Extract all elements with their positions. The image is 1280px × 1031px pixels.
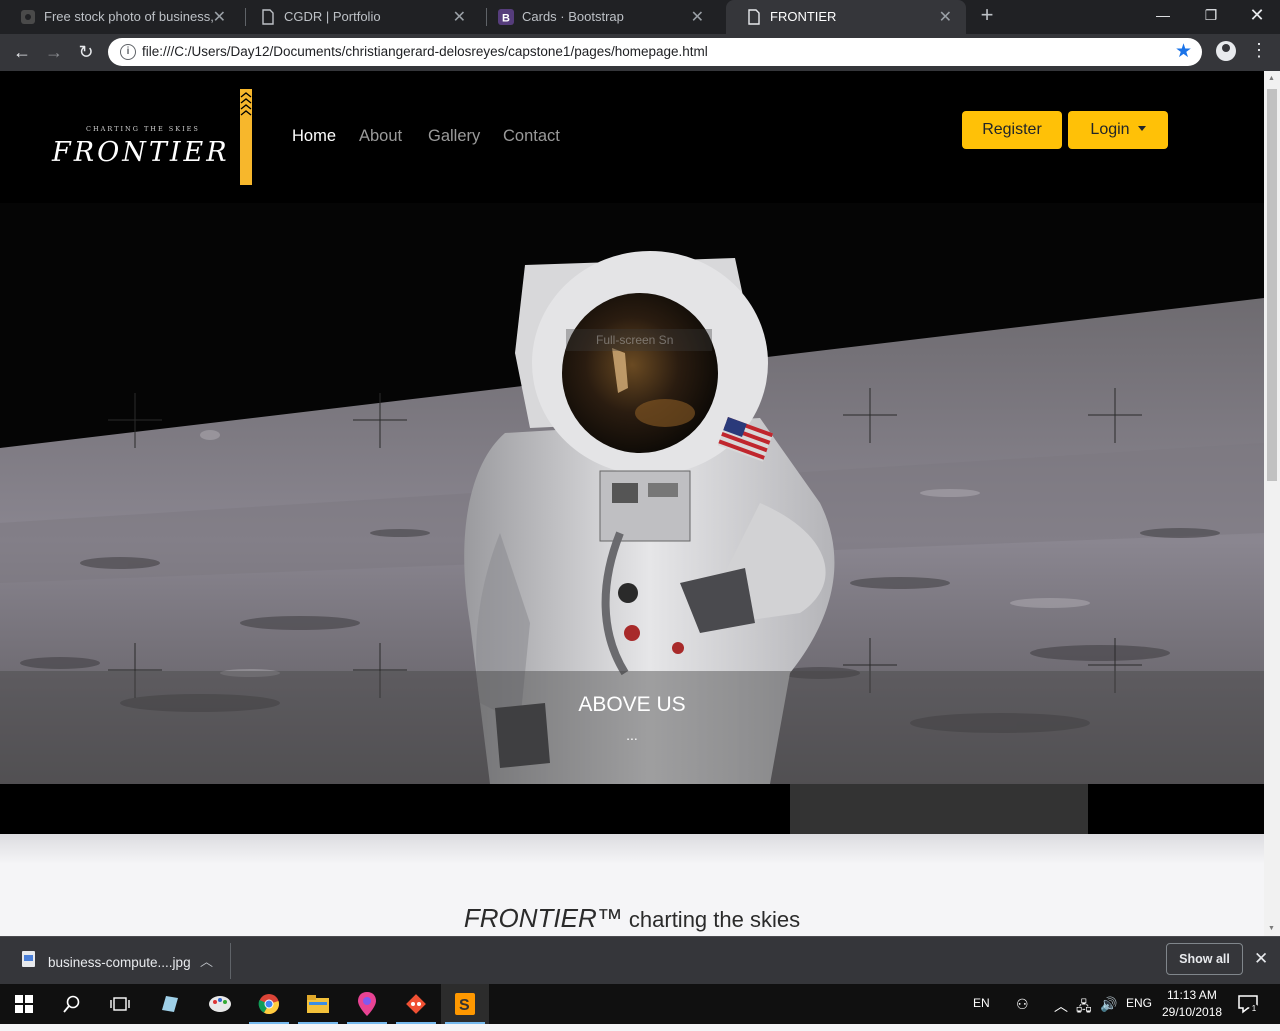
- people-icon[interactable]: ⚇: [1016, 996, 1029, 1013]
- register-button[interactable]: Register: [962, 111, 1062, 149]
- close-window-button[interactable]: ✕: [1234, 0, 1280, 34]
- close-icon[interactable]: ✕: [453, 7, 466, 27]
- app-icon[interactable]: [146, 984, 194, 1024]
- maps-icon[interactable]: [343, 984, 391, 1024]
- brand-accent-bar: [240, 89, 252, 185]
- browser-toolbar: ← → ↻ i file:///C:/Users/Day12/Documents…: [0, 34, 1280, 71]
- chevron-up-icon[interactable]: ︿: [200, 951, 213, 970]
- clock-date[interactable]: 29/10/2018: [1162, 1005, 1222, 1019]
- tab-title: FRONTIER: [770, 9, 837, 24]
- page-icon: [746, 9, 762, 25]
- sublime-text-icon[interactable]: S: [441, 984, 489, 1024]
- tab-bootstrap[interactable]: B Cards · Bootstrap ✕: [478, 0, 718, 34]
- close-icon[interactable]: ✕: [1254, 949, 1268, 969]
- bookmark-star-icon[interactable]: ★: [1175, 40, 1192, 63]
- close-icon[interactable]: ✕: [939, 7, 952, 27]
- tooltip: Full-screen Sn: [566, 329, 712, 351]
- image-file-icon: [22, 951, 35, 967]
- download-shelf: business-compute....jpg ︿ Show all ✕: [0, 936, 1280, 984]
- browser-menu-icon[interactable]: ⋮: [1250, 40, 1268, 61]
- tagline-brand: FRONTIER™: [463, 903, 623, 933]
- restore-button[interactable]: ❐: [1188, 0, 1234, 34]
- paint-icon[interactable]: [196, 984, 244, 1024]
- register-label: Register: [982, 121, 1042, 138]
- back-button[interactable]: ←: [10, 40, 34, 64]
- page-viewport: CHARTING THE SKIES FRONTIER Home About G…: [0, 71, 1264, 936]
- gray-block: [790, 784, 1088, 834]
- browser-tab-strip: Free stock photo of business, computer ✕…: [0, 0, 1280, 34]
- shelf-divider: [230, 943, 231, 979]
- tab-title: CGDR | Portfolio: [284, 9, 381, 24]
- volume-icon[interactable]: 🔊: [1100, 996, 1117, 1013]
- scrollbar-thumb[interactable]: [1267, 89, 1277, 481]
- action-center-icon[interactable]: 1: [1238, 994, 1259, 1014]
- brand-tagline: CHARTING THE SKIES: [86, 125, 200, 133]
- svg-text:B: B: [502, 13, 510, 25]
- tab-pexels[interactable]: Free stock photo of business, computer ✕: [0, 0, 240, 34]
- bootstrap-icon: B: [498, 9, 514, 25]
- nav-about[interactable]: About: [359, 127, 402, 146]
- login-label: Login: [1090, 121, 1130, 138]
- hero-carousel[interactable]: Full-screen Sn ABOVE US ...: [0, 203, 1264, 784]
- minimize-button[interactable]: —: [1140, 0, 1186, 34]
- page-scrollbar[interactable]: ▲ ▼: [1264, 71, 1280, 936]
- windows-taskbar: S EN ⚇ ︿ 🖧 🔊 ENG 11:13 AM 29/10/2018 1: [0, 984, 1280, 1024]
- url-text: file:///C:/Users/Day12/Documents/christi…: [142, 44, 708, 59]
- tab-portfolio[interactable]: CGDR | Portfolio ✕: [240, 0, 480, 34]
- svg-text:S: S: [459, 997, 470, 1014]
- address-bar[interactable]: i file:///C:/Users/Day12/Documents/chris…: [108, 38, 1202, 66]
- tab-title: Cards · Bootstrap: [522, 9, 624, 24]
- tab-title: Free stock photo of business, computer: [44, 9, 214, 24]
- show-all-button[interactable]: Show all: [1166, 943, 1243, 975]
- hero-footer-strip: [0, 784, 1264, 834]
- new-tab-button[interactable]: +: [976, 4, 998, 26]
- tagline-rest: charting the skies: [622, 907, 801, 932]
- notification-count: 1: [1249, 1004, 1259, 1014]
- caret-down-icon: [1137, 126, 1146, 131]
- section-heading: FRONTIER™ charting the skies: [0, 903, 1264, 934]
- tab-frontier[interactable]: FRONTIER ✕: [726, 0, 966, 34]
- scroll-up-arrow-icon[interactable]: ▲: [1268, 75, 1275, 82]
- brand-logo[interactable]: CHARTING THE SKIES FRONTIER: [50, 89, 260, 189]
- git-icon[interactable]: [392, 984, 440, 1024]
- pexels-favicon-icon: [20, 9, 36, 25]
- section-shadow: [0, 834, 1264, 864]
- language-indicator[interactable]: EN: [973, 996, 990, 1010]
- nav-home[interactable]: Home: [292, 127, 336, 146]
- nav-contact[interactable]: Contact: [503, 127, 560, 146]
- carousel-caption-title: ABOVE US: [578, 693, 686, 716]
- close-icon[interactable]: ✕: [213, 7, 226, 27]
- page-icon: [260, 9, 276, 25]
- nav-gallery[interactable]: Gallery: [428, 127, 480, 146]
- windows-start-icon[interactable]: [0, 984, 48, 1024]
- chrome-icon[interactable]: [245, 984, 293, 1024]
- clock-time[interactable]: 11:13 AM: [1167, 988, 1217, 1002]
- info-icon[interactable]: i: [120, 44, 136, 60]
- network-icon[interactable]: 🖧: [1076, 996, 1092, 1020]
- chevron-up-icon[interactable]: ︿: [1054, 996, 1068, 1016]
- file-explorer-icon[interactable]: [294, 984, 342, 1024]
- reload-button[interactable]: ↻: [74, 40, 98, 64]
- task-view-icon[interactable]: [96, 984, 144, 1024]
- input-method[interactable]: ENG: [1126, 996, 1152, 1010]
- scroll-down-arrow-icon[interactable]: ▼: [1268, 925, 1275, 932]
- login-dropdown-button[interactable]: Login: [1068, 111, 1168, 149]
- search-icon[interactable]: [48, 984, 96, 1024]
- download-filename[interactable]: business-compute....jpg: [48, 955, 191, 970]
- forward-button[interactable]: →: [42, 40, 66, 64]
- close-icon[interactable]: ✕: [691, 7, 704, 27]
- site-navbar: CHARTING THE SKIES FRONTIER Home About G…: [0, 71, 1264, 203]
- account-avatar[interactable]: [1216, 41, 1236, 61]
- carousel-caption-text: ...: [626, 727, 638, 743]
- brand-name: FRONTIER: [52, 137, 230, 168]
